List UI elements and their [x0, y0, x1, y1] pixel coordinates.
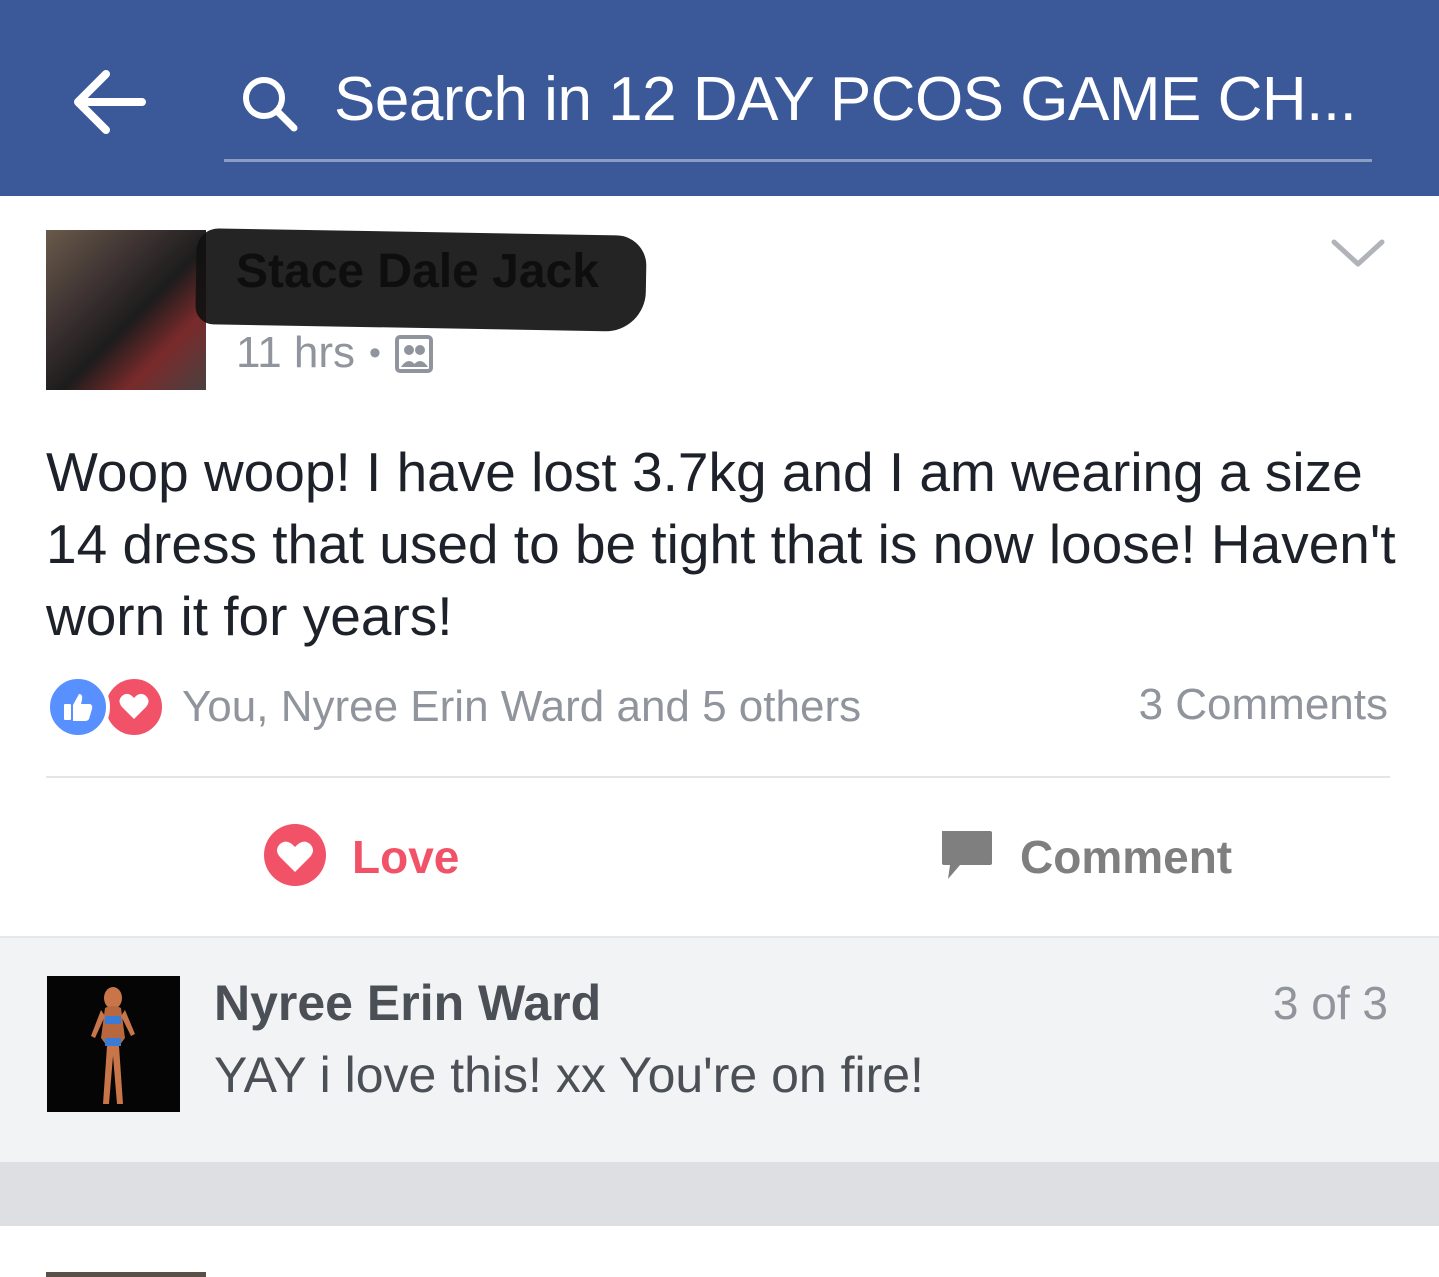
comment-icon: [938, 827, 994, 888]
love-button-label: Love: [352, 831, 460, 883]
comment-button[interactable]: Comment: [938, 822, 1232, 892]
back-arrow-icon[interactable]: [72, 66, 148, 138]
feed-separator: [0, 1162, 1439, 1226]
author-avatar[interactable]: [46, 230, 206, 390]
love-button[interactable]: Love: [262, 822, 459, 892]
post-author-name[interactable]: Stace Dale Jack: [236, 244, 599, 299]
search-input[interactable]: Search in 12 DAY PCOS GAME CH...: [224, 52, 1372, 162]
commenter-name[interactable]: Nyree Erin Ward: [214, 974, 601, 1032]
search-placeholder: Search in 12 DAY PCOS GAME CH...: [334, 65, 1357, 134]
divider: [46, 776, 1390, 778]
meta-separator: •: [369, 333, 381, 372]
comments-count-link[interactable]: 3 Comments: [1139, 680, 1388, 730]
comment-button-label: Comment: [1020, 831, 1233, 883]
search-icon: [240, 74, 300, 134]
group-icon: [394, 334, 433, 373]
like-icon: [46, 675, 110, 739]
reactions-summary[interactable]: You, Nyree Erin Ward and 5 others: [46, 672, 861, 742]
post-meta: 11 hrs •: [236, 328, 433, 378]
reactors-text: You, Nyree Erin Ward and 5 others: [182, 682, 862, 731]
chevron-down-icon[interactable]: [1326, 232, 1390, 276]
love-icon: [102, 675, 166, 739]
post-body: Woop woop! I have lost 3.7kg and I am we…: [46, 441, 1396, 647]
comment-text: YAY i love this! xx You're on fire!: [214, 1047, 924, 1103]
top-bar: Search in 12 DAY PCOS GAME CH...: [0, 0, 1439, 196]
next-post-avatar: [46, 1272, 206, 1277]
post-time[interactable]: 11 hrs: [236, 328, 355, 378]
commenter-avatar[interactable]: [47, 976, 180, 1112]
comment-pager: 3 of 3: [1272, 977, 1388, 1029]
heart-icon: [262, 822, 328, 893]
